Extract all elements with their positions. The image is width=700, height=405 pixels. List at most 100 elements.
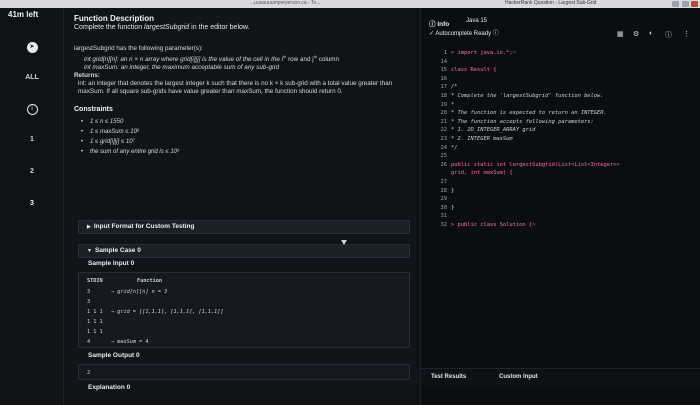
caret-right-icon: ▶ [87, 224, 91, 230]
more-vertical-icon[interactable]: ⋮ [683, 30, 690, 38]
line-number: 17 [440, 84, 448, 91]
test-results-tab[interactable]: Test Results [431, 374, 466, 380]
info-button[interactable]: i [0, 104, 64, 115]
editor-bottom-bar: Test Results Custom Input [421, 368, 700, 386]
stdin-value: 1 1 1 [87, 309, 103, 315]
line-number: 26 [440, 161, 448, 168]
browser-tab-title[interactable]: HackerRank Question - Largest Sub-Grid [505, 0, 596, 6]
line-number: 23 [440, 136, 448, 142]
stdin-value: 3 [87, 299, 91, 305]
info-icon: ⓘ [492, 31, 499, 37]
mouse-cursor-icon [341, 240, 347, 245]
param-maxsum: int maxSum: an integer, the maximum acce… [84, 64, 279, 72]
window-maximize-button[interactable] [682, 1, 689, 7]
line-number: 20 [440, 110, 448, 117]
constraint-item: 1 ≤ n ≤ 1550 [80, 117, 410, 127]
code-line: * [451, 101, 455, 108]
line-number: 14 [440, 58, 448, 65]
timer-label: 41m left [8, 10, 39, 19]
question-item-2[interactable]: 2 [0, 168, 64, 175]
function-value: → grid = [[1,1,1], [1,1,1], [1,1,1]] [111, 309, 224, 315]
line-number: 28 [440, 187, 448, 194]
question-item-3[interactable]: 3 [0, 200, 64, 207]
window-minimize-button[interactable] [672, 1, 679, 7]
code-line: public static int largestSubgrid(List<Li… [451, 161, 620, 168]
input-format-toggle[interactable]: ▶ Input Format for Custom Testing [78, 220, 410, 234]
info-icon: i [26, 104, 38, 115]
line-number: 24 [440, 144, 448, 151]
constraint-item: 1 ≤ maxSum ≤ 10⁶ [80, 127, 410, 137]
stdin-header: STDIN [87, 278, 103, 284]
constraints-title: Constraints [74, 106, 113, 114]
stdin-value: 1 1 1 [87, 329, 103, 335]
constraint-item: 1 ≤ grid[i][j] ≤ 10⁷ [80, 137, 410, 147]
sample-input-box: STDIN Function 3 → grid[n][n] n = 3 3 1 … [78, 272, 410, 348]
line-number: 21 [440, 118, 448, 125]
language-select[interactable]: Java 15 [466, 18, 487, 24]
window-close-button[interactable] [691, 1, 698, 7]
code-line: class Result { [451, 67, 497, 74]
question-item-1[interactable]: 1 [0, 136, 64, 143]
code-line: } [451, 204, 455, 211]
code-line: * The function accepts following paramet… [451, 118, 594, 125]
browser-chrome: ...uuuuuuumperyerson.ca - To... HackerRa… [0, 0, 700, 8]
stdin-value: 4 [87, 339, 91, 345]
function-header: Function [137, 278, 162, 284]
code-line: grid, int maxSum) { [451, 170, 513, 177]
all-questions-button[interactable]: ALL [0, 74, 64, 81]
caret-down-icon: ▼ [87, 248, 92, 254]
code-line: > import java.io.*;~ [451, 50, 516, 56]
stdin-value: 1 1 1 [87, 319, 103, 325]
sample-output-box: 2 [78, 364, 410, 380]
function-value: → maxSum = 4 [111, 339, 149, 345]
compass-icon: ➤ [26, 42, 38, 53]
app-screen: 41m left ➤ ALL i 1 2 3 Function Descript… [0, 8, 700, 405]
custom-input-tab[interactable]: Custom Input [499, 374, 538, 380]
line-number: 32 [440, 222, 448, 228]
line-number: 27 [440, 179, 448, 185]
constraints-list: 1 ≤ n ≤ 1550 1 ≤ maxSum ≤ 10⁶ 1 ≤ grid[i… [74, 117, 410, 157]
code-line: */ [451, 144, 458, 151]
explanation-label: Explanation 0 [88, 384, 131, 391]
browser-tab-title-left[interactable]: ...uuuuuuumperyerson.ca - To... [250, 0, 321, 6]
line-number: 25 [440, 153, 448, 160]
line-number: 15 [440, 67, 448, 74]
sample-input-label: Sample Input 0 [88, 260, 135, 267]
code-line: } [451, 187, 455, 194]
grid-icon[interactable]: ▦ [617, 30, 624, 38]
stdin-value: 3 [87, 289, 91, 295]
sample-output-value: 2 [87, 370, 91, 376]
line-number: 19 [440, 101, 448, 108]
sample-output-label: Sample Output 0 [88, 352, 140, 359]
sample-case-toggle[interactable]: ▼ Sample Case 0 [78, 244, 410, 258]
line-number: 1 [443, 50, 447, 56]
section-subheading: Complete the function largestSubgrid in … [74, 24, 250, 31]
circle-half-icon[interactable]: ◐ [649, 30, 653, 37]
function-value: → grid[n][n] n = 3 [111, 289, 168, 295]
code-line: * 2. INTEGER maxSum [451, 136, 513, 142]
autocomplete-status[interactable]: ✓ Autocomplete Ready ⓘ [429, 28, 499, 37]
compass-button[interactable]: ➤ [0, 42, 64, 53]
code-line: > public class Solution {~ [451, 222, 536, 228]
section-heading: Function Description [74, 14, 154, 23]
line-number: 16 [440, 75, 448, 82]
line-number: 30 [440, 204, 448, 211]
returns-label: Returns: [74, 72, 100, 80]
code-editor-panel: ⓘ Info Java 15 ✓ Autocomplete Ready ⓘ ▦ … [420, 8, 700, 405]
code-line: /* [451, 84, 458, 91]
returns-text: int: an integer that denotes the largest… [78, 80, 393, 96]
question-nav-rail: 41m left ➤ ALL i 1 2 3 [0, 8, 64, 405]
line-number: 22 [440, 127, 448, 134]
line-number: 18 [440, 93, 448, 99]
param-grid: int grid[n][n]: an n × n array where gri… [84, 54, 340, 64]
constraint-item: the sum of any entire grid is ≤ 10⁶ [80, 147, 410, 157]
gear-icon[interactable]: ⚙ [633, 30, 639, 38]
code-line: * 1. 2D_INTEGER_ARRAY grid [451, 127, 536, 134]
code-line: * The function is expected to return an … [451, 110, 607, 117]
line-number: 29 [440, 196, 448, 203]
help-icon[interactable]: ⓘ [665, 30, 672, 40]
info-tab[interactable]: ⓘ Info [429, 18, 449, 28]
line-number: 31 [440, 213, 448, 220]
params-intro: largestSubgrid has the following paramet… [74, 45, 203, 52]
code-line: * Complete the 'largestSubgrid' function… [451, 93, 604, 99]
